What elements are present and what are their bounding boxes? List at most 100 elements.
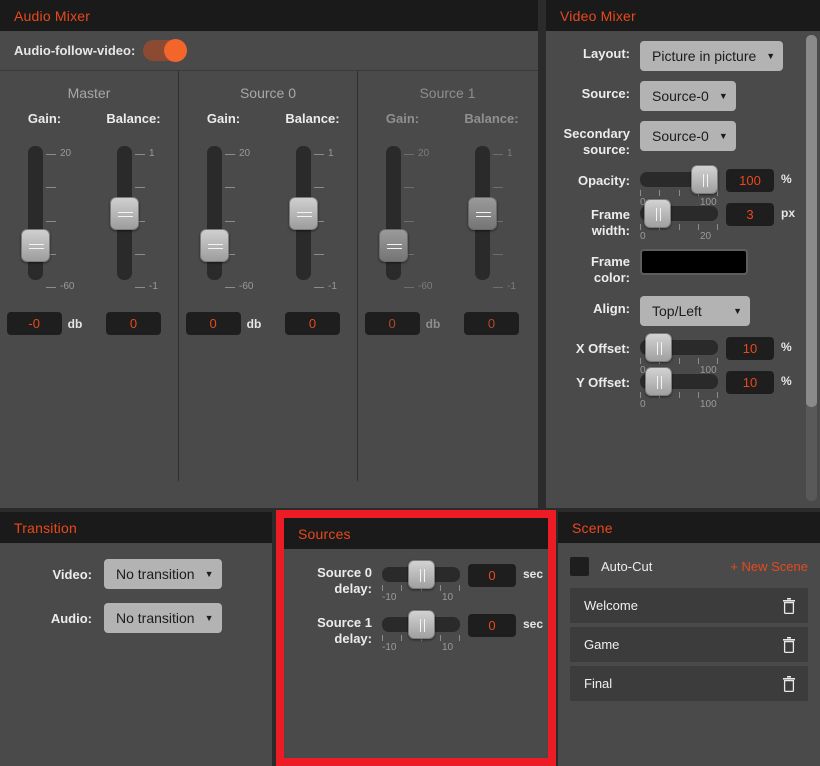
gain-group: Gain: 20 -60 <box>0 111 89 298</box>
y-offset-value[interactable]: 10 <box>726 371 774 394</box>
frame-width-slider[interactable]: 0 20 <box>640 199 718 242</box>
gain-value[interactable]: 0 <box>364 312 420 335</box>
slider-handle[interactable] <box>110 196 139 230</box>
gain-value[interactable]: -0 <box>6 312 62 335</box>
balance-slider[interactable]: 1 -1 <box>268 138 357 298</box>
slider-handle[interactable] <box>691 165 718 194</box>
scene-list-item[interactable]: Welcome <box>570 588 808 623</box>
frame-width-min-label: 0 <box>640 231 646 242</box>
source-delay-slider[interactable]: -10 10 <box>382 610 460 653</box>
audio-follow-video-label: Audio-follow-video: <box>14 43 136 58</box>
slider-handle[interactable] <box>645 367 673 396</box>
layout-value: Picture in picture <box>652 48 757 64</box>
slider-handle[interactable] <box>21 228 50 262</box>
slider-tick <box>493 187 503 189</box>
align-dropdown[interactable]: Top/Left ▼ <box>640 296 750 326</box>
slider-handle[interactable] <box>407 560 435 589</box>
layout-dropdown[interactable]: Picture in picture ▼ <box>640 41 784 71</box>
delete-scene-icon[interactable] <box>782 597 796 614</box>
balance-value[interactable]: 0 <box>106 312 161 335</box>
gain-slider[interactable]: 20 -60 <box>358 138 447 298</box>
source-delay-max-label: 10 <box>442 642 454 653</box>
chevron-down-icon: ▼ <box>766 51 776 61</box>
slider-tick <box>46 187 56 189</box>
balance-label: Balance: <box>464 111 519 126</box>
slider-handle[interactable] <box>468 196 497 230</box>
balance-value[interactable]: 0 <box>285 312 340 335</box>
scene-list-item[interactable]: Final <box>570 666 808 701</box>
slider-tick <box>678 358 680 364</box>
transition-audio-value: No transition <box>116 610 195 626</box>
balance-value-group: 0 <box>89 298 178 335</box>
transition-audio-label: Audio: <box>50 610 92 626</box>
slider-handle[interactable] <box>407 610 435 639</box>
source-delay-slider[interactable]: -10 10 <box>382 560 460 603</box>
y-offset-slider[interactable]: 0 100 <box>640 367 718 410</box>
audio-follow-video-toggle[interactable] <box>143 39 188 62</box>
slider-tick <box>678 392 680 398</box>
panel-title: Scene <box>572 519 613 536</box>
frame-width-label-line1: Frame <box>590 207 630 222</box>
scene-header: Scene <box>558 512 820 543</box>
gain-value-group: -0 db <box>0 298 89 335</box>
gain-value[interactable]: 0 <box>185 312 241 335</box>
frame-color-label-line2: color: <box>593 270 630 285</box>
slider-handle[interactable] <box>644 199 672 228</box>
chevron-down-icon: ▼ <box>204 613 214 623</box>
gain-unit: db <box>246 316 262 331</box>
panel-title: Sources <box>298 525 351 542</box>
secondary-source-label: Secondary source: <box>552 121 630 158</box>
slider-handle[interactable] <box>379 228 408 262</box>
transition-video-dropdown[interactable]: No transition ▼ <box>104 559 222 589</box>
source-field: Source-0 ▼ <box>640 81 736 111</box>
frame-color-swatch[interactable] <box>640 249 748 275</box>
delete-scene-icon[interactable] <box>782 636 796 653</box>
mixer-column-title: Source 1 <box>419 85 476 101</box>
delete-scene-icon[interactable] <box>782 675 796 692</box>
frame-width-value[interactable]: 3 <box>726 203 774 226</box>
align-field: Top/Left ▼ <box>640 296 750 326</box>
video-mixer-scrollbar[interactable] <box>806 35 817 501</box>
y-offset-max-label: 100 <box>700 399 717 410</box>
transition-audio-field: No transition ▼ <box>104 603 222 633</box>
opacity-slider[interactable]: 0 100 <box>640 165 718 208</box>
gain-slider[interactable]: 20 -60 <box>0 138 89 298</box>
auto-cut-checkbox[interactable] <box>570 557 589 576</box>
opacity-value[interactable]: 100 <box>726 169 774 192</box>
scene-list-item[interactable]: Game <box>570 627 808 662</box>
secondary-source-dropdown[interactable]: Source-0 ▼ <box>640 121 736 151</box>
x-offset-value[interactable]: 10 <box>726 337 774 360</box>
slider-handle[interactable] <box>289 196 318 230</box>
sources-panel: Sources Source 0 delay: -10 10 0 sec Sour… <box>284 518 548 758</box>
slider-handle[interactable] <box>645 333 673 362</box>
x-offset-slider[interactable]: 0 100 <box>640 333 718 376</box>
slider-tick <box>401 635 403 641</box>
slider-tick <box>493 154 503 155</box>
slider-tick <box>135 253 145 255</box>
opacity-label: Opacity: <box>577 173 630 188</box>
scene-panel: Scene Auto-Cut + New Scene Welcome Game … <box>558 512 820 766</box>
source-delay-value[interactable]: 0 <box>468 614 516 637</box>
align-value: Top/Left <box>652 303 702 319</box>
panel-title: Transition <box>14 519 77 536</box>
transition-body: Video: No transition ▼ Audio: No transit… <box>0 543 272 766</box>
source-delay-value[interactable]: 0 <box>468 564 516 587</box>
transition-audio-dropdown[interactable]: No transition ▼ <box>104 603 222 633</box>
balance-slider[interactable]: 1 -1 <box>447 138 536 298</box>
secondary-source-row: Secondary source: Source-0 ▼ <box>546 121 820 158</box>
layout-field: Picture in picture ▼ <box>640 41 784 71</box>
scene-item-name: Final <box>584 676 613 691</box>
scrollbar-thumb[interactable] <box>806 35 817 407</box>
source-dropdown[interactable]: Source-0 ▼ <box>640 81 736 111</box>
app-root: Audio Mixer Audio-follow-video: Master G… <box>0 0 820 766</box>
source-delay-label-line2: delay: <box>334 631 372 646</box>
source-delay-label: Source 1 delay: <box>290 613 372 647</box>
gain-slider[interactable]: 20 -60 <box>179 138 268 298</box>
slider-tick <box>225 187 235 189</box>
new-scene-button[interactable]: + New Scene <box>730 559 808 574</box>
frame-width-label-line2: width: <box>591 223 630 238</box>
slider-handle[interactable] <box>200 228 229 262</box>
balance-slider[interactable]: 1 -1 <box>89 138 178 298</box>
balance-value[interactable]: 0 <box>464 312 519 335</box>
slider-tick <box>404 187 414 189</box>
